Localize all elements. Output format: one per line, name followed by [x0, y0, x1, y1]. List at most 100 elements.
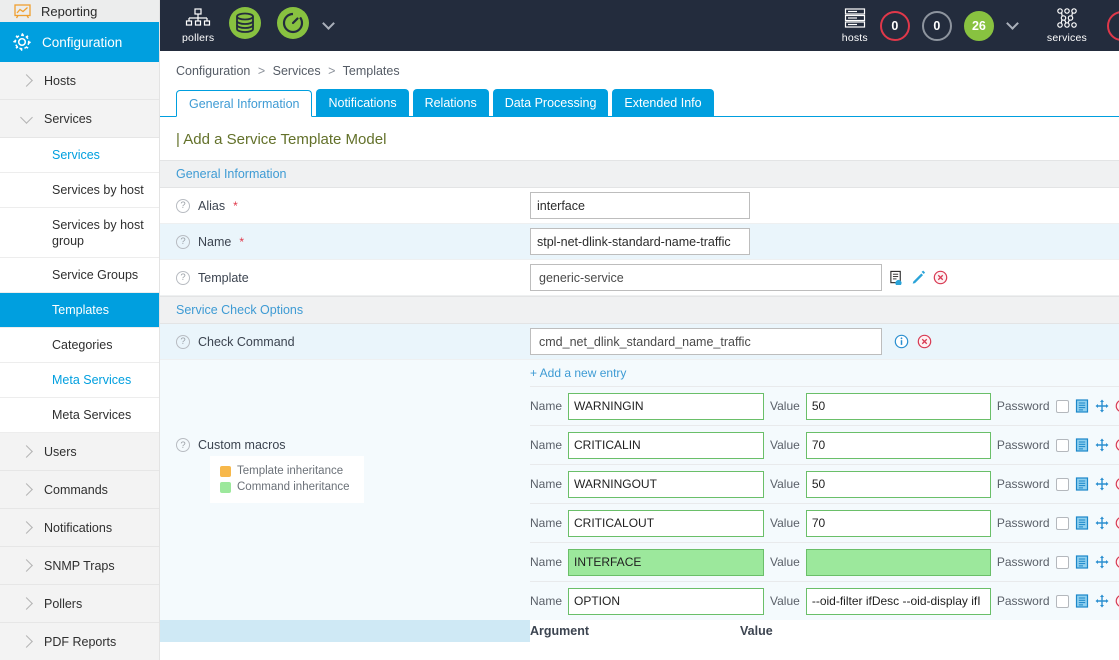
macro-value-input[interactable]	[805, 548, 991, 576]
macro-password-checkbox[interactable]	[1055, 477, 1069, 491]
macro-value-input[interactable]	[805, 587, 991, 615]
add-new-entry-link[interactable]: + Add a new entry	[530, 360, 1119, 386]
note-icon[interactable]	[1075, 438, 1089, 452]
note-icon[interactable]	[1075, 477, 1089, 491]
macro-password-checkbox[interactable]	[1055, 516, 1069, 530]
delete-circle-icon[interactable]	[1115, 438, 1119, 452]
chevron-right-icon	[20, 74, 33, 87]
sidebar-group-pdf-reports[interactable]: PDF Reports	[0, 623, 159, 660]
delete-circle-icon[interactable]	[1115, 399, 1119, 413]
macro-password-checkbox[interactable]	[1055, 399, 1069, 413]
move-icon[interactable]	[1095, 438, 1109, 452]
database-icon[interactable]	[228, 6, 262, 40]
pencil-icon[interactable]	[911, 270, 926, 285]
arguments-column-value: Value	[740, 624, 773, 638]
section-header-general-information-label: General Information	[176, 167, 287, 181]
macro-name-input[interactable]	[568, 548, 765, 576]
breadcrumb-item-configuration[interactable]: Configuration	[176, 64, 250, 78]
move-icon[interactable]	[1095, 555, 1109, 569]
check-command-select[interactable]: cmd_net_dlink_standard_name_traffic	[530, 328, 882, 355]
macro-value-label: Value	[770, 516, 800, 530]
note-icon[interactable]	[1075, 399, 1089, 413]
breadcrumb-separator: >	[257, 64, 266, 78]
note-icon[interactable]	[1075, 594, 1089, 608]
note-icon[interactable]	[1075, 516, 1089, 530]
sidebar-item-services-by-host[interactable]: Services by host	[0, 173, 159, 208]
arguments-header-cells: Argument Value	[530, 620, 1119, 642]
reporting-chart-icon	[14, 3, 31, 19]
move-icon[interactable]	[1095, 399, 1109, 413]
macro-name-input[interactable]	[568, 470, 765, 498]
move-icon[interactable]	[1095, 477, 1109, 491]
delete-circle-icon[interactable]	[917, 334, 932, 349]
macro-password-checkbox[interactable]	[1055, 438, 1069, 452]
delete-circle-icon[interactable]	[1115, 516, 1119, 530]
sidebar-item-services[interactable]: Services	[0, 138, 159, 173]
macro-password-checkbox[interactable]	[1055, 594, 1069, 608]
delete-circle-icon[interactable]	[933, 270, 948, 285]
sidebar-group-hosts[interactable]: Hosts	[0, 62, 159, 100]
macro-password-checkbox[interactable]	[1055, 555, 1069, 569]
sidebar-item-services-by-host-group[interactable]: Services by host group	[0, 208, 159, 258]
sidebar-group-commands[interactable]: Commands	[0, 471, 159, 509]
hosts-down-counter[interactable]: 0	[879, 10, 910, 41]
hosts-up-counter[interactable]: 26	[963, 10, 994, 41]
macro-name-input[interactable]	[568, 431, 765, 459]
sidebar-group-services[interactable]: Services	[0, 100, 159, 138]
sidebar-item-categories[interactable]: Categories	[0, 328, 159, 363]
breadcrumb-item-templates[interactable]: Templates	[343, 64, 400, 78]
alias-input[interactable]	[530, 192, 750, 219]
delete-circle-icon[interactable]	[1115, 477, 1119, 491]
sidebar-group-pollers[interactable]: Pollers	[0, 585, 159, 623]
macro-value-input[interactable]	[805, 509, 991, 537]
duplicate-icon[interactable]	[889, 270, 904, 285]
help-icon[interactable]: ?	[176, 234, 190, 249]
services-critical-counter[interactable]	[1107, 10, 1119, 41]
sidebar-item-configuration[interactable]: Configuration	[0, 22, 159, 62]
macros-legend: Template inheritance Command inheritance	[210, 456, 364, 503]
info-circle-icon[interactable]	[894, 334, 909, 349]
move-icon[interactable]	[1095, 516, 1109, 530]
tab-notifications[interactable]: Notifications	[316, 89, 409, 116]
chevron-down-icon[interactable]	[322, 16, 336, 30]
hosts-status-button[interactable]: hosts	[842, 7, 868, 44]
tab-bar: General Information Notifications Relati…	[160, 89, 1119, 117]
template-select[interactable]: generic-service	[530, 264, 882, 291]
tab-general-information[interactable]: General Information	[176, 90, 313, 117]
sidebar-group-users[interactable]: Users	[0, 433, 159, 471]
pollers-status-button[interactable]: pollers	[182, 7, 214, 44]
tab-extended-info[interactable]: Extended Info	[612, 89, 714, 116]
gauge-icon[interactable]	[276, 6, 310, 40]
delete-circle-icon[interactable]	[1115, 594, 1119, 608]
macro-value-input[interactable]	[805, 392, 991, 420]
macro-name-input[interactable]	[568, 392, 765, 420]
tab-data-processing-label: Data Processing	[504, 95, 597, 110]
note-icon[interactable]	[1075, 555, 1089, 569]
sidebar-group-snmp-traps[interactable]: SNMP Traps	[0, 547, 159, 585]
services-status-button[interactable]: services	[1047, 7, 1087, 44]
sidebar-item-templates[interactable]: Templates	[0, 293, 159, 328]
sidebar-item-meta-services[interactable]: Meta Services	[0, 398, 159, 433]
chevron-down-icon[interactable]	[1006, 16, 1019, 30]
name-input[interactable]	[530, 228, 750, 255]
help-icon[interactable]: ?	[176, 198, 190, 213]
sidebar-item-meta-services-group[interactable]: Meta Services	[0, 363, 159, 398]
macro-name-input[interactable]	[568, 509, 765, 537]
tab-relations[interactable]: Relations	[412, 89, 489, 116]
hosts-unreachable-counter[interactable]: 0	[921, 10, 952, 41]
macro-value-input[interactable]	[805, 470, 991, 498]
delete-circle-icon[interactable]	[1115, 555, 1119, 569]
help-icon[interactable]: ?	[176, 270, 190, 285]
move-icon[interactable]	[1095, 594, 1109, 608]
sidebar-item-service-groups[interactable]: Service Groups	[0, 258, 159, 293]
macro-row: Name Value Password	[530, 464, 1119, 503]
macro-name-label: Name	[530, 477, 563, 491]
sidebar-item-reporting[interactable]: Reporting	[0, 0, 159, 22]
help-icon[interactable]: ?	[176, 438, 190, 452]
breadcrumb-item-services[interactable]: Services	[273, 64, 321, 78]
help-icon[interactable]: ?	[176, 334, 190, 349]
tab-data-processing[interactable]: Data Processing	[492, 89, 609, 116]
macro-name-input[interactable]	[568, 587, 765, 615]
macro-value-input[interactable]	[805, 431, 991, 459]
sidebar-group-notifications[interactable]: Notifications	[0, 509, 159, 547]
